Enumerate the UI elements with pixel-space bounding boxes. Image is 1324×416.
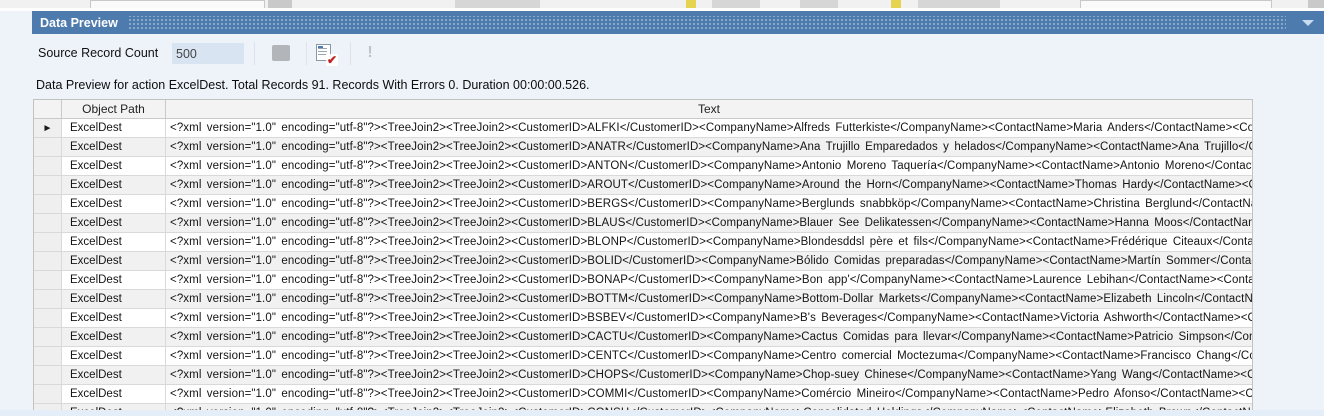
row-selector-cell[interactable] (34, 309, 62, 328)
text-cell[interactable]: <?xml version="1.0" encoding="utf-8"?><T… (166, 176, 1252, 195)
clipped-toolbar-fragment (90, 0, 265, 8)
object-path-cell[interactable]: ExcelDest (62, 195, 166, 214)
row-selector-cell[interactable] (34, 252, 62, 271)
object-path-cell[interactable]: ExcelDest (62, 138, 166, 157)
text-cell[interactable]: <?xml version="1.0" encoding="utf-8"?><T… (166, 271, 1252, 290)
stop-icon[interactable] (272, 45, 290, 61)
row-selector-cell[interactable] (34, 271, 62, 290)
preview-table-body: ►ExcelDest<?xml version="1.0" encoding="… (34, 119, 1252, 410)
clipped-toolbar-fragment (1080, 0, 1272, 8)
preview-report-icon[interactable]: ✔ (315, 43, 337, 64)
toolbar-separator (350, 42, 351, 65)
chevron-down-icon[interactable] (1302, 20, 1314, 26)
table-row[interactable]: ExcelDest<?xml version="1.0" encoding="u… (34, 176, 1252, 195)
text-cell[interactable]: <?xml version="1.0" encoding="utf-8"?><T… (166, 385, 1252, 404)
table-row[interactable]: ExcelDest<?xml version="1.0" encoding="u… (34, 366, 1252, 385)
text-column-header[interactable]: Text (166, 100, 1252, 119)
text-cell[interactable]: <?xml version="1.0" encoding="utf-8"?><T… (166, 119, 1252, 138)
table-row[interactable]: ExcelDest<?xml version="1.0" encoding="u… (34, 271, 1252, 290)
clipped-toolbar-fragment (268, 0, 292, 8)
warning-icon: ! (363, 42, 377, 64)
object-path-cell[interactable]: ExcelDest (62, 366, 166, 385)
table-header-row: Object Path Text (34, 100, 1252, 119)
object-path-cell[interactable]: ExcelDest (62, 328, 166, 347)
current-row-arrow-icon: ► (43, 123, 53, 134)
text-cell[interactable]: <?xml version="1.0" encoding="utf-8"?><T… (166, 366, 1252, 385)
report-line-shape (318, 48, 327, 49)
red-check-icon: ✔ (326, 54, 338, 66)
object-path-cell[interactable]: ExcelDest (62, 157, 166, 176)
text-cell[interactable]: <?xml version="1.0" encoding="utf-8"?><T… (166, 233, 1252, 252)
row-selector-cell[interactable] (34, 328, 62, 347)
text-cell[interactable]: <?xml version="1.0" encoding="utf-8"?><T… (166, 214, 1252, 233)
table-row[interactable]: ExcelDest<?xml version="1.0" encoding="u… (34, 138, 1252, 157)
text-cell[interactable]: <?xml version="1.0" encoding="utf-8"?><T… (166, 309, 1252, 328)
object-path-cell[interactable]: ExcelDest (62, 214, 166, 233)
row-selector-cell[interactable] (34, 366, 62, 385)
row-selector-cell[interactable] (34, 290, 62, 309)
row-selector-cell[interactable] (34, 157, 62, 176)
table-row[interactable]: ExcelDest<?xml version="1.0" encoding="u… (34, 309, 1252, 328)
row-selector-cell[interactable] (34, 195, 62, 214)
text-cell[interactable]: <?xml version="1.0" encoding="utf-8"?><T… (166, 138, 1252, 157)
source-record-count-label: Source Record Count (38, 46, 158, 60)
object-path-cell[interactable]: ExcelDest (62, 176, 166, 195)
status-line: Data Preview for action ExcelDest. Total… (36, 78, 590, 92)
row-selector-cell[interactable] (34, 214, 62, 233)
table-row[interactable]: ExcelDest<?xml version="1.0" encoding="u… (34, 157, 1252, 176)
clipped-toolbar-fragment (891, 0, 901, 8)
toolbar-separator (306, 42, 307, 65)
row-selector-cell[interactable]: ► (34, 119, 62, 138)
object-path-cell[interactable]: ExcelDest (62, 233, 166, 252)
table-row[interactable]: ExcelDest<?xml version="1.0" encoding="u… (34, 214, 1252, 233)
preview-toolbar: Source Record Count ✔ ! (0, 40, 1324, 68)
row-selector-cell[interactable] (34, 176, 62, 195)
table-row[interactable]: ExcelDest<?xml version="1.0" encoding="u… (34, 290, 1252, 309)
panel-title: Data Preview (32, 16, 118, 30)
text-cell[interactable]: <?xml version="1.0" encoding="utf-8"?><T… (166, 252, 1252, 271)
row-selector-cell[interactable] (34, 138, 62, 157)
object-path-cell[interactable]: ExcelDest (62, 309, 166, 328)
panel-bottom-strip (0, 410, 1324, 416)
clipped-toolbar-fragment (800, 0, 838, 8)
text-cell[interactable]: <?xml version="1.0" encoding="utf-8"?><T… (166, 195, 1252, 214)
report-line-shape (318, 51, 327, 52)
row-selector-cell[interactable] (34, 233, 62, 252)
object-path-cell[interactable]: ExcelDest (62, 347, 166, 366)
selector-column-header[interactable] (34, 100, 62, 119)
object-path-cell[interactable]: ExcelDest (62, 385, 166, 404)
toolbar-separator (254, 42, 255, 65)
object-path-cell[interactable]: ExcelDest (62, 252, 166, 271)
table-row[interactable]: ExcelDest<?xml version="1.0" encoding="u… (34, 233, 1252, 252)
table-row[interactable]: ExcelDest<?xml version="1.0" encoding="u… (34, 195, 1252, 214)
clipped-toolbar-fragment (918, 0, 1000, 8)
preview-table: Object Path Text ►ExcelDest<?xml version… (33, 99, 1253, 410)
table-row[interactable]: ► ExcelDest<?xml version="1.0" encoding="… (34, 119, 1252, 138)
text-cell[interactable]: <?xml version="1.0" encoding="utf-8"?><T… (166, 290, 1252, 309)
row-selector-cell[interactable] (34, 347, 62, 366)
table-row[interactable]: ExcelDest<?xml version="1.0" encoding="u… (34, 385, 1252, 404)
titlebar-dots-texture (128, 16, 1286, 30)
object-path-cell[interactable]: ExcelDest (62, 119, 166, 138)
clipped-toolbar-fragment (712, 0, 760, 8)
clipped-toolbar-fragment (686, 0, 696, 8)
panel-titlebar[interactable]: Data Preview (32, 11, 1324, 34)
text-cell[interactable]: <?xml version="1.0" encoding="utf-8"?><T… (166, 347, 1252, 366)
object-path-cell[interactable]: ExcelDest (62, 271, 166, 290)
text-cell[interactable]: <?xml version="1.0" encoding="utf-8"?><T… (166, 157, 1252, 176)
clipped-toolbar-strip (0, 0, 1324, 8)
clipped-toolbar-fragment (455, 0, 540, 8)
text-cell[interactable]: <?xml version="1.0" encoding="utf-8"?><T… (166, 328, 1252, 347)
row-selector-cell[interactable] (34, 385, 62, 404)
source-record-count-input[interactable] (172, 43, 244, 64)
object-path-cell[interactable]: ExcelDest (62, 290, 166, 309)
clipped-toolbar-fragment (1308, 0, 1324, 8)
table-row[interactable]: ExcelDest<?xml version="1.0" encoding="u… (34, 252, 1252, 271)
object-path-column-header[interactable]: Object Path (62, 100, 166, 119)
table-row[interactable]: ExcelDest<?xml version="1.0" encoding="u… (34, 328, 1252, 347)
table-row[interactable]: ExcelDest<?xml version="1.0" encoding="u… (34, 347, 1252, 366)
